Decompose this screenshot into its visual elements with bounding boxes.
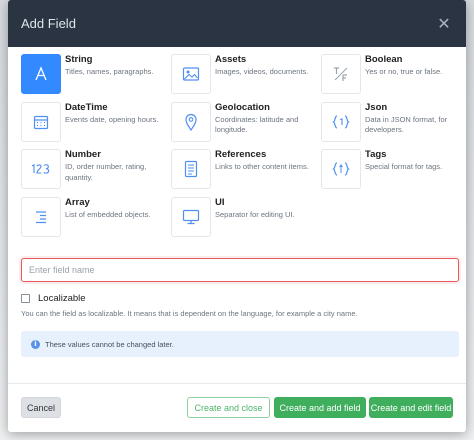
localizable-row: Localizable: [21, 293, 86, 304]
field-type-desc: Links to other content items.: [215, 162, 309, 171]
field-type-desc: Data in JSON format, for developers.: [365, 114, 448, 135]
footer-divider: [8, 383, 466, 384]
create-and-edit-field-button[interactable]: Create and edit field: [369, 397, 453, 418]
info-icon: i: [31, 339, 40, 349]
field-type-name: String: [65, 54, 93, 65]
field-type-array[interactable]: Array List of embedded objects.: [21, 196, 171, 245]
field-type-desc: List of embedded objects.: [65, 209, 151, 219]
field-type-geolocation[interactable]: Geolocation Coordinates: latitude and lo…: [171, 101, 321, 150]
field-type-name: Assets: [215, 54, 247, 65]
field-type-desc: Separator for editing UI.: [215, 209, 295, 219]
number-123-icon: [21, 149, 61, 189]
field-type-name: UI: [215, 196, 225, 208]
field-type-name: DateTime: [65, 101, 108, 113]
info-alert: i These values cannot be changed later.: [21, 331, 459, 357]
field-type-desc: Special format for tags.: [365, 162, 443, 171]
image-icon: [171, 54, 211, 94]
field-type-name: References: [215, 149, 267, 160]
field-type-json[interactable]: Json Data in JSON format, for developers…: [321, 101, 466, 150]
field-type-desc: Coordinates: latitude and longitude.: [215, 114, 299, 135]
list-icon: [21, 196, 61, 237]
document-icon: [171, 149, 211, 189]
text-a-icon: [21, 54, 61, 94]
field-type-datetime[interactable]: DateTime Events date, opening hours.: [21, 101, 171, 150]
field-type-references[interactable]: References Links to other content items.: [171, 149, 321, 197]
field-type-grid: String Titles, names, paragraphs. Assets…: [21, 54, 466, 244]
localizable-checkbox[interactable]: [21, 294, 30, 303]
cancel-button[interactable]: Cancel: [21, 397, 61, 418]
field-type-ui[interactable]: UI Separator for editing UI.: [171, 196, 321, 245]
field-type-desc: Titles, names, paragraphs.: [65, 67, 154, 76]
field-type-name: Json: [365, 101, 388, 113]
create-and-close-button[interactable]: Create and close: [187, 397, 270, 418]
calendar-icon: [21, 101, 61, 142]
monitor-icon: [171, 196, 211, 237]
add-field-dialog: Add Field ✕ String Titles, names, paragr…: [8, 0, 466, 432]
localizable-label: Localizable: [38, 293, 86, 304]
field-type-desc: Yes or no, true or false.: [365, 67, 443, 76]
field-type-desc: Events date, opening hours.: [65, 114, 159, 124]
localizable-hint: You can the field as localizable. It mea…: [21, 309, 358, 318]
create-and-add-field-button[interactable]: Create and add field: [274, 397, 366, 418]
toggle-tf-icon: [321, 54, 361, 94]
dialog-title: Add Field: [21, 16, 76, 31]
info-text: These values cannot be changed later.: [45, 339, 174, 349]
dialog-header: Add Field ✕: [8, 0, 466, 47]
field-name-input[interactable]: [21, 258, 459, 282]
field-type-assets[interactable]: Assets Images, videos, documents.: [171, 54, 321, 102]
field-type-desc: ID, order number, rating, quantity.: [65, 162, 147, 182]
field-type-name: Geolocation: [215, 101, 270, 113]
close-icon[interactable]: ✕: [434, 14, 454, 34]
field-type-tags[interactable]: Tags Special format for tags.: [321, 149, 466, 197]
field-type-name: Number: [65, 149, 101, 160]
json-braces-icon: [321, 101, 361, 142]
field-type-desc: Images, videos, documents.: [215, 67, 309, 76]
field-type-name: Boolean: [365, 54, 403, 65]
tags-icon: [321, 149, 361, 189]
field-type-string[interactable]: String Titles, names, paragraphs.: [21, 54, 171, 102]
field-type-boolean[interactable]: Boolean Yes or no, true or false.: [321, 54, 466, 102]
field-type-number[interactable]: Number ID, order number, rating, quantit…: [21, 149, 171, 197]
map-pin-icon: [171, 101, 211, 142]
field-type-name: Array: [65, 196, 90, 208]
field-type-name: Tags: [365, 149, 387, 160]
